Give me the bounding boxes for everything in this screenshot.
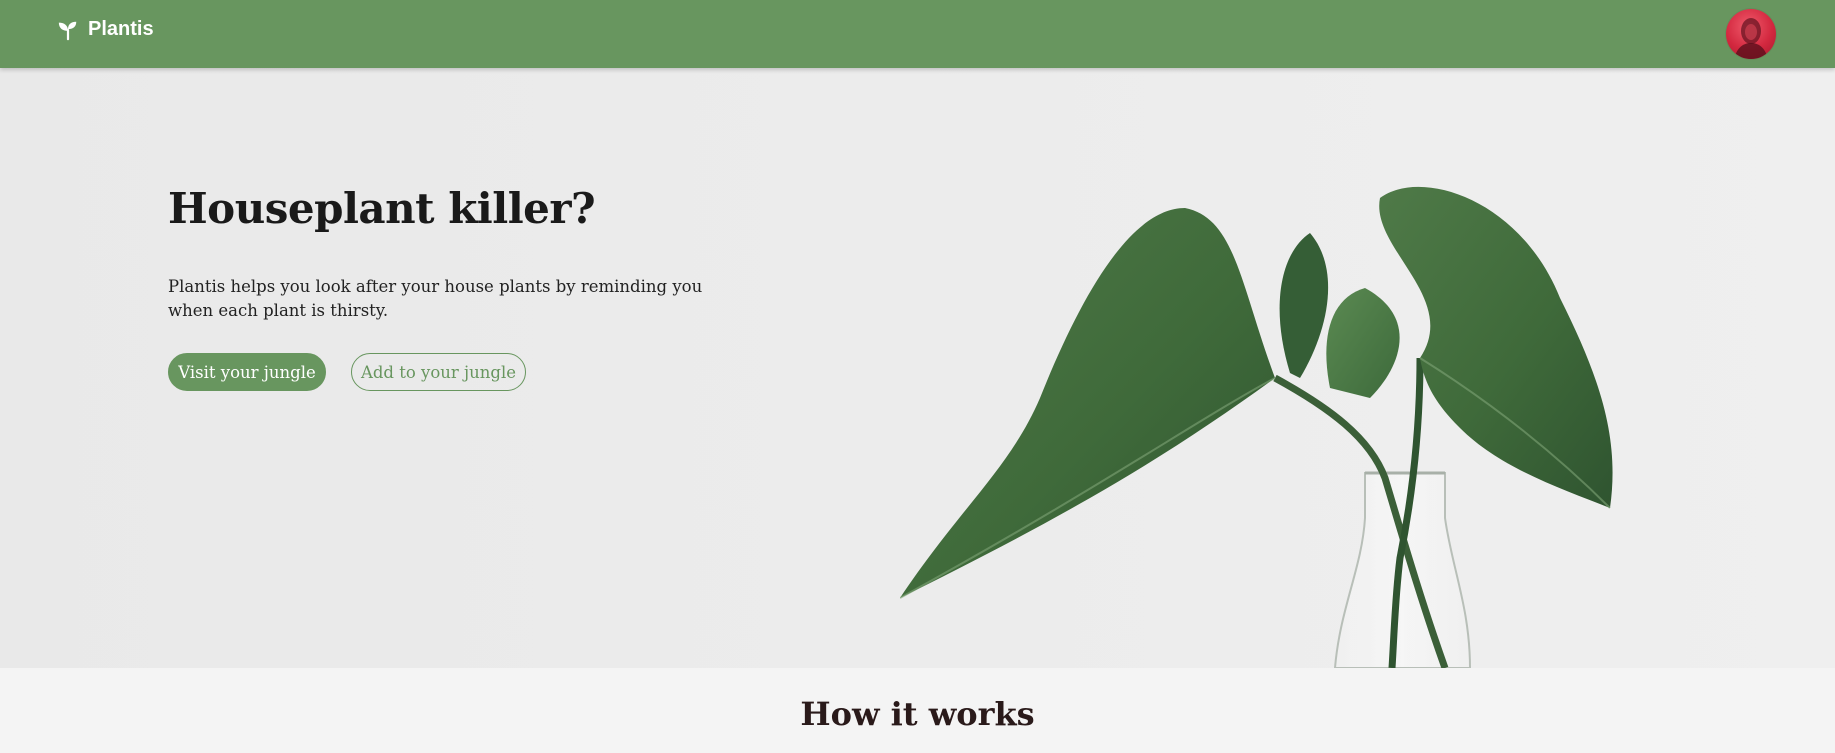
- hero-section: Houseplant killer? Plantis helps you loo…: [0, 68, 1835, 668]
- hero-description: Plantis helps you look after your house …: [168, 277, 703, 320]
- brand-name: Plantis: [88, 18, 154, 40]
- avatar-portrait-icon: [1734, 18, 1768, 59]
- how-it-works-title: How it works: [800, 695, 1035, 733]
- add-to-jungle-button[interactable]: Add to your jungle: [351, 353, 526, 391]
- user-avatar[interactable]: [1726, 9, 1776, 59]
- top-navbar: Plantis: [0, 0, 1835, 68]
- visit-jungle-button[interactable]: Visit your jungle: [168, 353, 326, 391]
- sprout-icon: [58, 21, 77, 40]
- hero-title: Houseplant killer?: [168, 184, 596, 233]
- brand-link[interactable]: Plantis: [57, 18, 154, 41]
- plant-vase-illustration: [900, 186, 1613, 668]
